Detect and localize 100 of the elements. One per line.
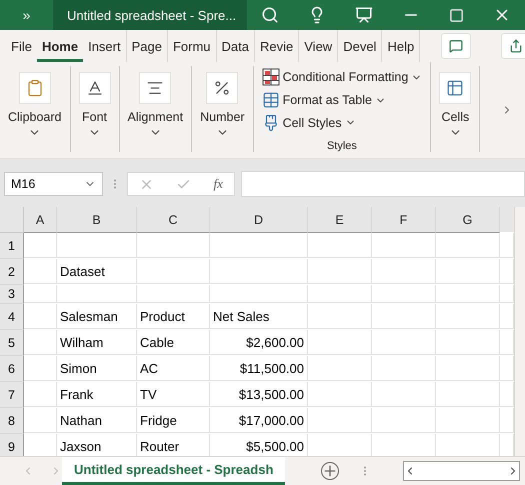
row-header[interactable]: 9 bbox=[0, 434, 24, 456]
table-cell[interactable] bbox=[308, 408, 372, 433]
ribbon-group-label[interactable]: Clipboard bbox=[8, 110, 62, 124]
table-cell[interactable] bbox=[436, 233, 500, 258]
column-header[interactable]: D bbox=[210, 207, 308, 233]
select-all-corner[interactable] bbox=[0, 207, 24, 233]
table-cell[interactable] bbox=[57, 233, 137, 258]
table-cell[interactable] bbox=[308, 233, 372, 258]
row-header[interactable]: 2 bbox=[0, 259, 24, 285]
table-cell[interactable] bbox=[308, 330, 372, 355]
table-cell[interactable] bbox=[137, 285, 210, 303]
table-cell[interactable] bbox=[436, 408, 500, 433]
table-cell[interactable]: Frank bbox=[57, 382, 137, 407]
table-cell[interactable] bbox=[210, 259, 308, 284]
table-cell[interactable] bbox=[308, 304, 372, 329]
sheet-tab[interactable]: Untitled spreadsheet - Spreadsh bbox=[62, 457, 286, 485]
comments-button[interactable] bbox=[440, 33, 471, 59]
ribbon-icon-button[interactable] bbox=[78, 72, 111, 104]
table-cell[interactable]: $13,500.00 bbox=[210, 382, 308, 407]
table-cell[interactable] bbox=[137, 259, 210, 284]
column-header[interactable]: B bbox=[57, 207, 137, 233]
table-cell[interactable] bbox=[24, 233, 57, 258]
table-cell[interactable] bbox=[372, 259, 436, 284]
row-header[interactable]: 1 bbox=[0, 233, 24, 259]
table-cell[interactable] bbox=[24, 285, 57, 303]
table-cell[interactable] bbox=[24, 356, 57, 381]
column-header[interactable] bbox=[500, 207, 514, 232]
style-command[interactable]: Conditional Formatting bbox=[262, 66, 422, 89]
table-cell[interactable] bbox=[372, 233, 436, 258]
maximize-icon[interactable] bbox=[448, 8, 464, 22]
table-cell[interactable] bbox=[24, 304, 57, 329]
table-cell[interactable] bbox=[436, 304, 500, 329]
table-cell[interactable] bbox=[436, 285, 500, 303]
table-cell[interactable] bbox=[57, 285, 137, 303]
table-cell[interactable] bbox=[137, 233, 210, 258]
table-cell[interactable]: Salesman bbox=[57, 304, 137, 329]
vertical-scrollbar[interactable] bbox=[514, 207, 525, 456]
overflow-button[interactable]: » bbox=[0, 7, 53, 23]
horizontal-scrollbar[interactable] bbox=[403, 461, 520, 481]
row-header[interactable]: 4 bbox=[0, 304, 24, 330]
table-cell[interactable] bbox=[372, 304, 436, 329]
row-header[interactable]: 3 bbox=[0, 285, 24, 304]
table-cell[interactable]: Fridge bbox=[137, 408, 210, 433]
table-cell[interactable] bbox=[308, 356, 372, 381]
table-cell[interactable] bbox=[308, 382, 372, 407]
search-icon[interactable] bbox=[261, 6, 280, 24]
table-cell[interactable] bbox=[308, 259, 372, 284]
table-cell[interactable] bbox=[24, 408, 57, 433]
table-cell[interactable] bbox=[372, 330, 436, 355]
table-cell[interactable]: AC bbox=[137, 356, 210, 381]
insert-function-button[interactable]: fx bbox=[214, 176, 223, 192]
row-header[interactable]: 5 bbox=[0, 330, 24, 356]
add-sheet-icon[interactable] bbox=[321, 462, 340, 480]
column-header[interactable]: G bbox=[436, 207, 500, 233]
row-header[interactable]: 8 bbox=[0, 408, 24, 434]
table-cell[interactable] bbox=[308, 285, 372, 303]
table-cell[interactable]: $17,000.00 bbox=[210, 408, 308, 433]
table-cell[interactable] bbox=[24, 259, 57, 284]
row-header[interactable]: 7 bbox=[0, 382, 24, 408]
table-cell[interactable]: Net Sales bbox=[210, 304, 308, 329]
ribbon-group-label[interactable]: Alignment bbox=[128, 110, 184, 124]
column-header[interactable]: A bbox=[24, 207, 57, 233]
share-button[interactable] bbox=[500, 33, 525, 59]
table-cell[interactable] bbox=[372, 382, 436, 407]
ribbon-group-label[interactable]: Cells bbox=[441, 110, 470, 124]
table-cell[interactable] bbox=[24, 382, 57, 407]
table-cell[interactable]: $2,600.00 bbox=[210, 330, 308, 355]
ribbon-group-label[interactable]: Font bbox=[82, 110, 108, 124]
table-cell[interactable]: Product bbox=[137, 304, 210, 329]
ribbon-icon-button[interactable] bbox=[439, 72, 472, 104]
column-header[interactable]: C bbox=[137, 207, 210, 233]
table-cell[interactable] bbox=[372, 356, 436, 381]
column-header[interactable]: E bbox=[308, 207, 372, 233]
column-header[interactable]: F bbox=[372, 207, 436, 233]
style-command[interactable]: Cell Styles bbox=[262, 111, 422, 134]
present-icon[interactable] bbox=[355, 6, 374, 24]
table-cell[interactable] bbox=[210, 233, 308, 258]
ribbon-tab[interactable]: File bbox=[6, 30, 37, 62]
table-cell[interactable]: Dataset bbox=[57, 259, 137, 284]
table-cell[interactable] bbox=[210, 285, 308, 303]
table-cell[interactable] bbox=[436, 259, 500, 284]
table-cell[interactable]: $11,500.00 bbox=[210, 356, 308, 381]
table-cell[interactable] bbox=[24, 330, 57, 355]
table-cell[interactable]: Nathan bbox=[57, 408, 137, 433]
table-cell[interactable] bbox=[436, 382, 500, 407]
table-cell[interactable] bbox=[436, 330, 500, 355]
table-cell[interactable]: Simon bbox=[57, 356, 137, 381]
ribbon-icon-button[interactable] bbox=[206, 72, 238, 104]
table-cell[interactable]: Wilham bbox=[57, 330, 137, 355]
table-cell[interactable]: Cable bbox=[137, 330, 210, 355]
table-cell[interactable] bbox=[372, 408, 436, 433]
ribbon-group-label[interactable]: Number bbox=[200, 110, 245, 124]
style-command[interactable]: Format as Table bbox=[262, 88, 422, 112]
document-title[interactable]: Untitled spreadsheet - Spre... bbox=[53, 0, 247, 30]
formula-input[interactable] bbox=[241, 171, 525, 197]
table-cell[interactable] bbox=[372, 285, 436, 303]
table-cell[interactable]: TV bbox=[137, 382, 210, 407]
row-header[interactable]: 6 bbox=[0, 356, 24, 382]
table-cell[interactable] bbox=[436, 356, 500, 381]
name-box[interactable]: M16 bbox=[4, 172, 103, 196]
